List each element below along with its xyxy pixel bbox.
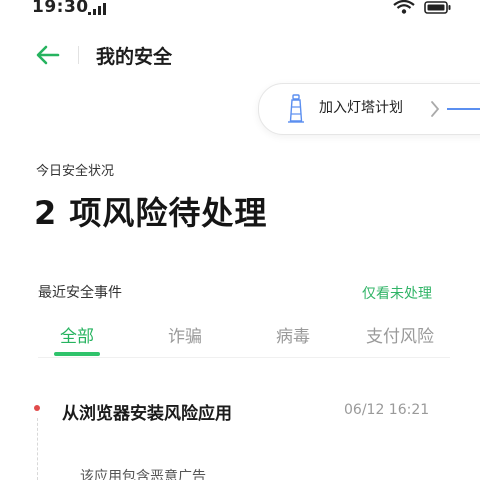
status-time: 19:30 (32, 0, 89, 17)
timeline-dot (34, 405, 40, 411)
chevron-right-icon (431, 101, 440, 117)
signal-icon (88, 3, 106, 15)
status-bar: 19:30 (0, 0, 480, 22)
unhandled-only-link[interactable]: 仅看未处理 (362, 283, 432, 303)
page-title: 我的安全 (96, 46, 173, 68)
tabs-divider (38, 357, 450, 358)
tab-all[interactable]: 全部 (60, 322, 94, 347)
timeline-line (37, 418, 38, 480)
event-title[interactable]: 从浏览器安装风险应用 (62, 399, 232, 424)
risk-summary: 2 项风险待处理 (34, 194, 268, 232)
header: 我的安全 (0, 34, 480, 76)
battery-icon (424, 1, 451, 14)
lighthouse-label: 加入灯塔计划 (319, 100, 403, 116)
tab-fraud[interactable]: 诈骗 (168, 322, 202, 347)
header-divider (78, 46, 79, 64)
my-security-screen: 19:30 我的安全 加入灯塔计划 今日安全状况 2 项风险待处理 最近安全事件… (0, 0, 480, 480)
tab-payment-risk[interactable]: 支付风险 (366, 322, 434, 347)
event-description: 该应用包含恶意广告 (80, 469, 206, 480)
lighthouse-icon (288, 94, 304, 123)
recent-events-label: 最近安全事件 (38, 285, 122, 301)
event-tabs: 全部 诈骗 病毒 支付风险 (38, 318, 450, 358)
back-arrow-icon[interactable] (34, 43, 62, 67)
event-time: 06/12 16:21 (344, 402, 430, 418)
join-lighthouse-button[interactable]: 加入灯塔计划 (258, 83, 480, 135)
wifi-icon (393, 0, 415, 14)
today-status-label: 今日安全状况 (36, 164, 115, 179)
active-tab-indicator (54, 352, 100, 356)
tab-virus[interactable]: 病毒 (276, 322, 310, 347)
pill-connector-line (447, 108, 480, 110)
